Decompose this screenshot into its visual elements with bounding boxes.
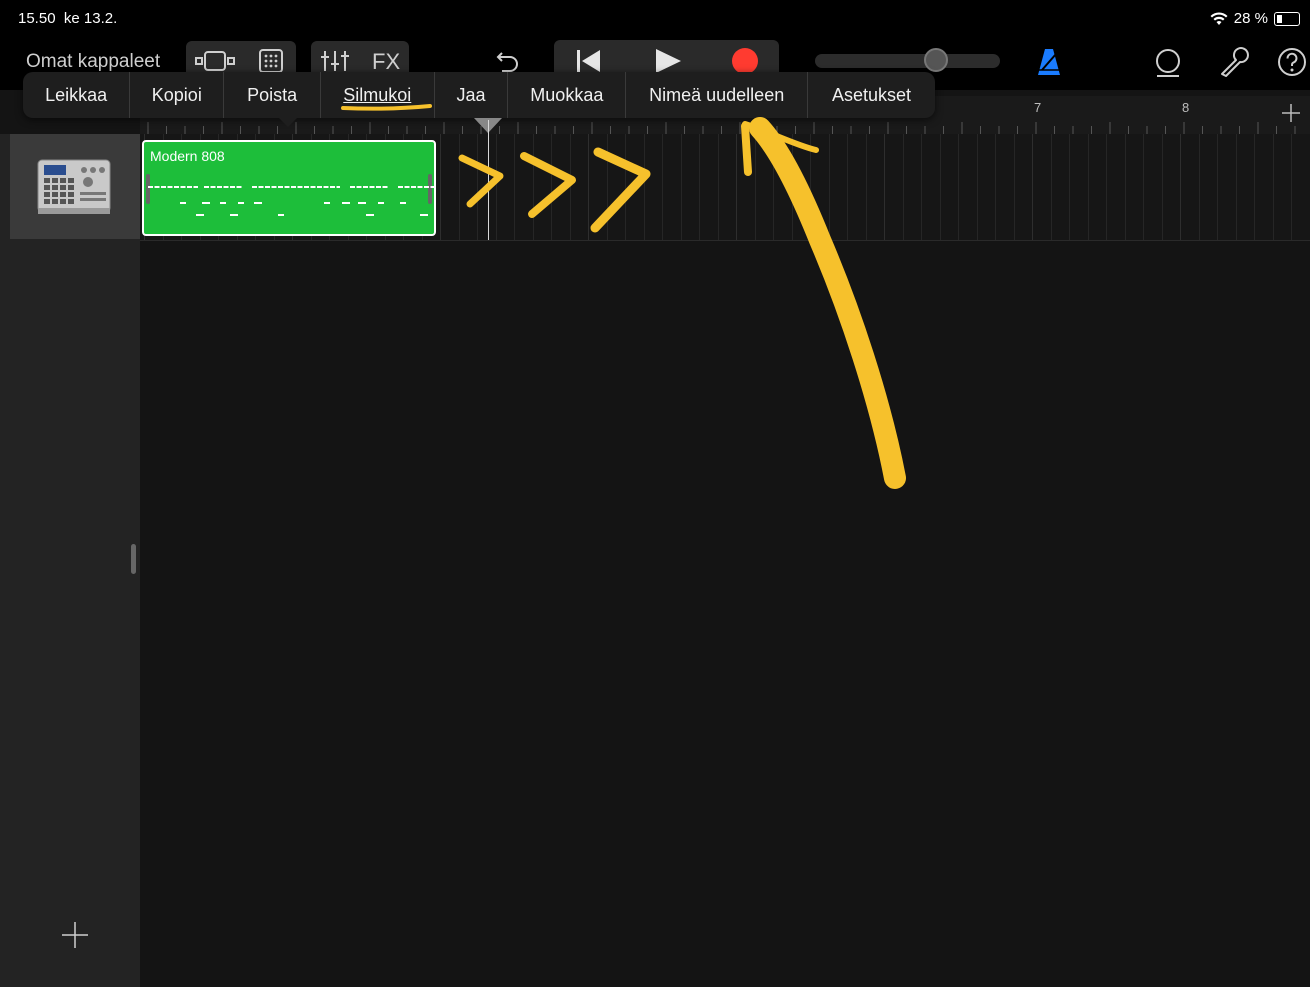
menu-item-cut[interactable]: Leikkaa [23,72,131,118]
master-volume-track[interactable] [815,54,1000,68]
status-right: 28 % [1210,10,1300,27]
drum-machine-icon[interactable] [36,156,112,218]
lane-grid-line [588,134,589,240]
lane-grid-line [532,134,534,240]
ruler-bar-7: 7 [1034,100,1042,115]
track-view-icon[interactable] [194,49,236,73]
mixer-icon[interactable] [318,48,352,74]
lane-grid-line [717,134,719,240]
menu-item-copy[interactable]: Kopioi [130,72,225,118]
lane-grid-line [791,134,793,240]
lane-grid-line [773,134,774,240]
help-icon[interactable] [1276,46,1308,78]
grid-icon[interactable] [258,48,284,74]
lane-grid-line [440,134,441,240]
lane-grid-line [1087,134,1089,240]
lane-grid-line [921,134,922,240]
menu-item-delete[interactable]: Poista [224,72,321,118]
add-section-icon[interactable] [1280,102,1302,124]
lane-grid-line [884,134,885,240]
garageband-app: 15.50 ke 13.2. 28 % Omat kappaleet FX 7 … [0,0,1310,987]
lane-grid-line [939,134,941,240]
lane-grid-line [1235,134,1237,240]
lane-grid-line [495,134,497,240]
rewind-icon[interactable] [574,47,604,75]
loop-browser-icon[interactable] [1152,47,1184,79]
lane-grid-line [976,134,978,240]
lane-grid-line [551,134,552,240]
lane-grid-line [458,134,460,240]
lane-grid-line [1161,134,1163,240]
lane-grid-line [680,134,682,240]
lane-grid-line [514,134,515,240]
menu-pointer [279,118,297,127]
playhead[interactable] [488,120,489,240]
lane-grid-line [1013,134,1015,240]
region-midi-pattern [148,186,434,216]
lane-grid-line [1198,134,1200,240]
lane-grid-line [995,134,996,240]
lane-grid-line [1124,134,1126,240]
metronome-icon[interactable] [1034,46,1064,78]
lane-grid-line [958,134,959,240]
lane-grid-line [662,134,663,240]
menu-item-loop[interactable]: Silmukoi [321,72,435,118]
my-songs-button[interactable]: Omat kappaleet [26,51,160,73]
lane-grid-line [1106,134,1107,240]
menu-item-split[interactable]: Jaa [435,72,509,118]
lane-grid-line [754,134,756,240]
lane-grid-line [810,134,811,240]
lane-grid-line [1032,134,1033,240]
lane-grid-line [847,134,848,240]
lane-grid-line [736,134,737,240]
ruler-bar-8: 8 [1182,100,1190,115]
edit-menu: Leikkaa Kopioi Poista Silmukoi Jaa Muokk… [23,72,935,118]
status-bar: 15.50 ke 13.2. 28 % [0,0,1310,32]
lane-grid-line [1143,134,1144,240]
menu-item-edit[interactable]: Muokkaa [508,72,627,118]
menu-item-settings[interactable]: Asetukset [808,72,935,118]
lane-grid-line [1254,134,1255,240]
track-column-resize-handle[interactable] [131,544,136,574]
battery-icon [1274,11,1300,26]
lane-grid-line [606,134,608,240]
lane-grid-line [569,134,571,240]
lane-grid-line [865,134,867,240]
lane-grid-line [828,134,830,240]
lane-grid-line [902,134,904,240]
status-time-date: 15.50 ke 13.2. [18,10,118,27]
lane-grid-line [1180,134,1181,240]
lane-grid-line [1291,134,1292,240]
lane-grid-line [699,134,700,240]
track-header-column [0,134,140,987]
undo-icon[interactable] [494,47,522,75]
lane-grid-line [1069,134,1070,240]
lane-grid-line [625,134,626,240]
menu-item-rename[interactable]: Nimeä uudelleen [626,72,808,118]
lane-grid-line [643,134,645,240]
lane-grid-line [1217,134,1218,240]
battery-percent: 28 % [1233,10,1268,27]
wrench-icon[interactable] [1218,46,1250,78]
audio-region[interactable]: Modern 808 [142,140,436,236]
lane-grid-line [477,134,478,240]
add-track-icon[interactable] [60,920,90,950]
wifi-icon [1210,11,1228,25]
lane-grid-line [1272,134,1274,240]
master-volume-knob[interactable] [924,48,948,72]
lane-grid-line [1050,134,1052,240]
